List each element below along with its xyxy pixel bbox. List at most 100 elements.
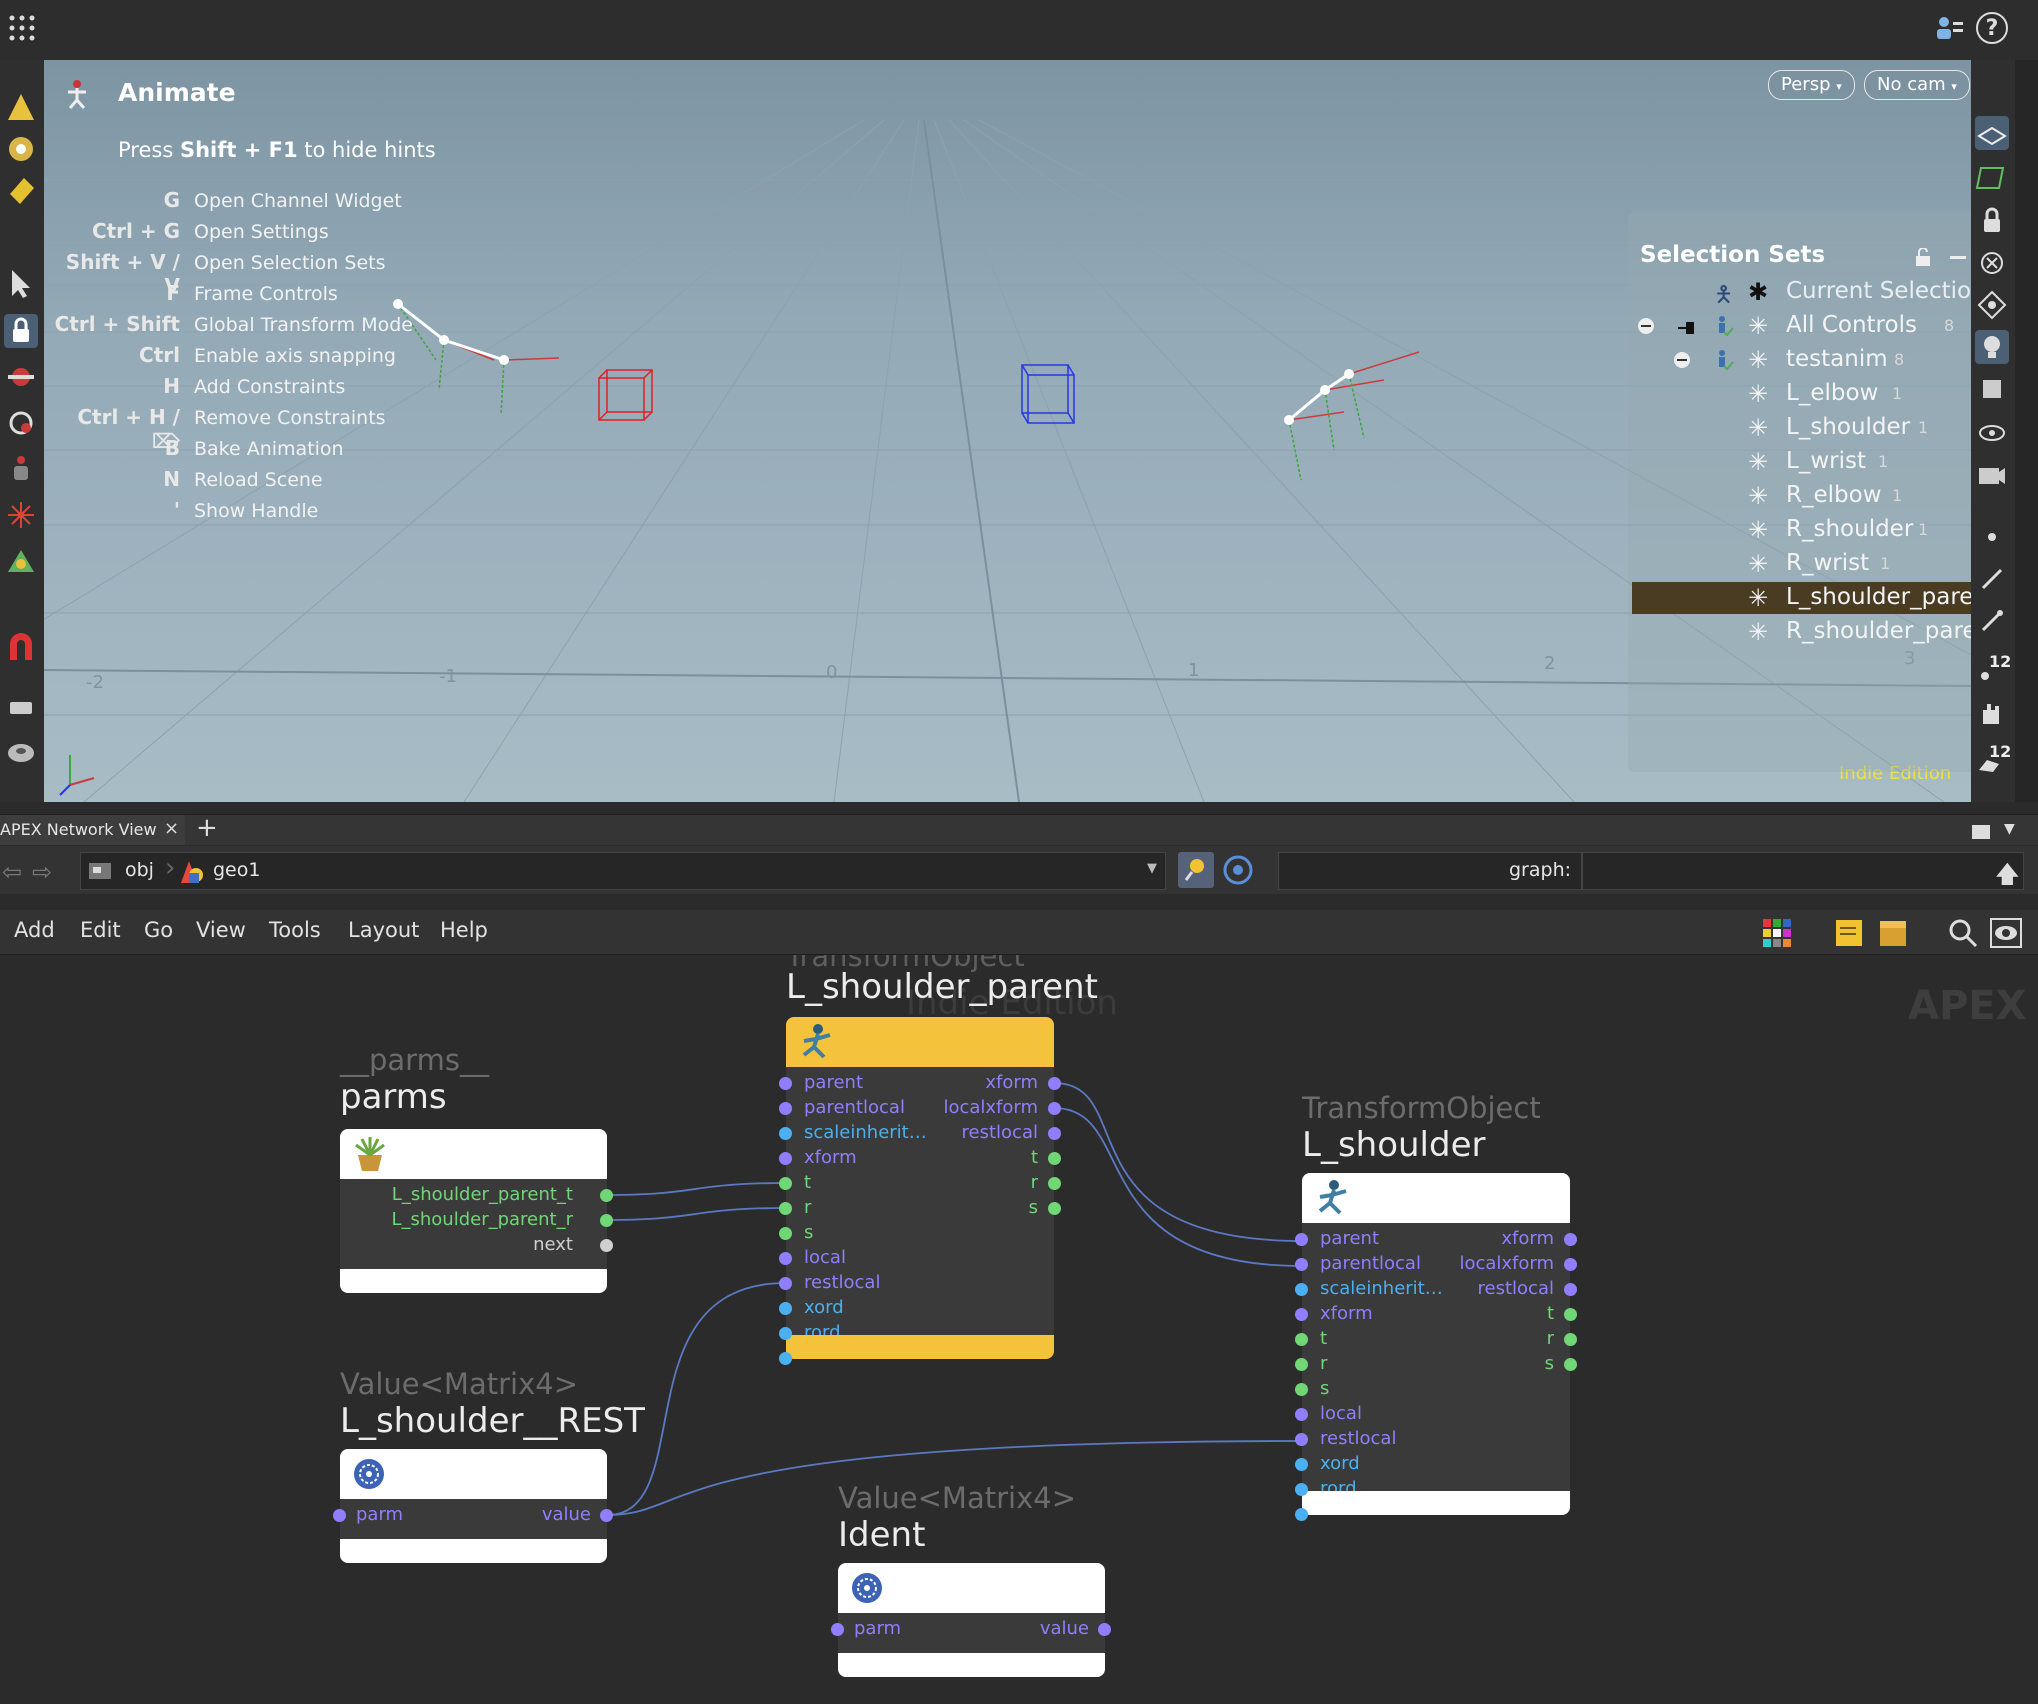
selection-set-row[interactable]: ✳ R_shoulder_parent	[1628, 616, 1971, 648]
input-port[interactable]	[779, 1252, 792, 1265]
brush-icon[interactable]	[1975, 604, 2009, 638]
scene-viewport[interactable]: -2 -1 0 1 2 3 Animate Press Shift + F1 t…	[44, 60, 1971, 802]
point-number-icon[interactable]: 12	[1975, 650, 2011, 684]
user-panel-icon[interactable]	[1934, 14, 1964, 44]
selection-set-row[interactable]: ✳ R_elbow 1	[1628, 480, 1971, 512]
input-port[interactable]	[779, 1127, 792, 1140]
input-port[interactable]	[333, 1509, 346, 1522]
output-port[interactable]	[1564, 1233, 1577, 1246]
output-port[interactable]	[600, 1239, 613, 1252]
selection-set-row[interactable]: ✳ L_elbow 1	[1628, 378, 1971, 410]
search-icon[interactable]	[1948, 918, 1978, 948]
menu-help[interactable]: Help	[440, 918, 488, 942]
lock-camera-icon[interactable]	[1975, 204, 2009, 238]
l-shoulder-rest-node[interactable]: parm value	[340, 1449, 607, 1563]
input-port[interactable]	[1295, 1308, 1308, 1321]
network-editor[interactable]: APEX Indie Edition __parms__ parms L_sho…	[0, 955, 2038, 1704]
pin-tool-icon[interactable]	[4, 690, 38, 724]
network-box-icon[interactable]	[1878, 918, 1908, 948]
output-port[interactable]	[600, 1189, 613, 1202]
output-port[interactable]	[1048, 1177, 1061, 1190]
back-arrow-icon[interactable]: ⇦	[2, 858, 22, 886]
output-port[interactable]	[1048, 1127, 1061, 1140]
input-port[interactable]	[1295, 1283, 1308, 1296]
output-port[interactable]	[1564, 1333, 1577, 1346]
input-port[interactable]	[779, 1327, 792, 1340]
selection-set-row[interactable]: 🯅 ✱ Current Selection 0	[1628, 276, 1971, 308]
input-port[interactable]	[1295, 1258, 1308, 1271]
cone-tool-icon[interactable]	[4, 90, 38, 124]
visibility-eye-icon[interactable]	[1990, 918, 2022, 948]
input-port[interactable]	[779, 1077, 792, 1090]
collapse-icon[interactable]	[1638, 318, 1654, 334]
input-port[interactable]	[779, 1352, 792, 1365]
diamond-pin-icon[interactable]	[1975, 288, 2009, 322]
output-port[interactable]	[1048, 1152, 1061, 1165]
construction-plane-icon[interactable]	[1975, 160, 2009, 194]
output-port[interactable]	[1564, 1358, 1577, 1371]
output-port[interactable]	[1564, 1283, 1577, 1296]
input-port[interactable]	[1295, 1483, 1308, 1496]
rig-tool-icon[interactable]	[4, 498, 38, 532]
menu-tools[interactable]: Tools	[269, 918, 321, 942]
selection-set-row[interactable]: ✳ L_wrist 1	[1628, 446, 1971, 478]
collapse-icon[interactable]	[1674, 352, 1690, 368]
selection-set-row[interactable]: ✳ All Controls 8	[1628, 310, 1971, 342]
close-tab-icon[interactable]: ×	[164, 818, 179, 839]
output-port[interactable]	[1048, 1102, 1061, 1115]
pin-toggle-button[interactable]	[1178, 852, 1214, 888]
target-icon[interactable]	[1222, 854, 1254, 886]
output-port[interactable]	[600, 1214, 613, 1227]
lightbulb-icon[interactable]	[1975, 330, 2009, 364]
magnet-icon[interactable]	[4, 630, 38, 664]
lock-tool-icon[interactable]	[4, 314, 38, 348]
output-port[interactable]	[1564, 1308, 1577, 1321]
input-port[interactable]	[779, 1202, 792, 1215]
input-port[interactable]	[779, 1152, 792, 1165]
camera-button[interactable]: No cam ▾	[1864, 70, 1970, 100]
menu-go[interactable]: Go	[144, 918, 173, 942]
grid-plane-icon[interactable]	[1975, 116, 2009, 150]
selection-set-row[interactable]: ✳ L_shoulder 1	[1628, 412, 1971, 444]
point-dot-icon[interactable]	[1975, 520, 2009, 554]
selection-set-row[interactable]: ✳ R_wrist 1	[1628, 548, 1971, 580]
ident-node[interactable]: parm value	[838, 1563, 1105, 1677]
add-tab-button[interactable]: +	[196, 813, 218, 843]
points-tool-icon[interactable]	[4, 132, 38, 166]
input-port[interactable]	[1295, 1383, 1308, 1396]
prim-number-icon[interactable]: 12	[1975, 740, 2011, 774]
parms-node[interactable]: L_shoulder_parent_t L_shoulder_parent_r …	[340, 1129, 607, 1293]
forward-arrow-icon[interactable]: ⇨	[32, 858, 52, 886]
l-shoulder-parent-node[interactable]: parent parentlocal scaleinherit… xform t…	[786, 1017, 1054, 1359]
camera-eye-icon[interactable]	[1975, 458, 2009, 492]
selection-set-row[interactable]: ✳ testanim 8	[1628, 344, 1971, 376]
input-port[interactable]	[1295, 1233, 1308, 1246]
l-shoulder-node[interactable]: parent parentlocal scaleinherit… xform t…	[1302, 1173, 1570, 1515]
menu-add[interactable]: Add	[14, 918, 55, 942]
persp-view-button[interactable]: Persp ▾	[1768, 70, 1855, 100]
input-port[interactable]	[779, 1227, 792, 1240]
graph-path-field[interactable]: graph: 🡅	[1278, 852, 2024, 890]
input-port[interactable]	[779, 1302, 792, 1315]
output-port[interactable]	[1048, 1077, 1061, 1090]
output-port[interactable]	[1564, 1258, 1577, 1271]
output-port[interactable]	[1048, 1202, 1061, 1215]
input-port[interactable]	[1295, 1508, 1308, 1521]
input-port[interactable]	[1295, 1358, 1308, 1371]
display-cube-icon[interactable]	[1975, 372, 2009, 406]
input-port[interactable]	[779, 1102, 792, 1115]
disk-tool-icon[interactable]	[4, 736, 38, 770]
path-root[interactable]: obj	[125, 859, 154, 881]
line-tool-icon[interactable]	[1975, 562, 2009, 596]
minimize-icon[interactable]	[1950, 256, 1966, 259]
pane-layout-icon[interactable]	[1972, 825, 1990, 839]
color-palette-icon[interactable]	[1762, 918, 1792, 948]
input-port[interactable]	[779, 1177, 792, 1190]
eye-icon[interactable]	[1975, 416, 2009, 450]
selection-set-row-selected[interactable]: ✳ L_shoulder_parent	[1632, 582, 1971, 614]
menu-view[interactable]: View	[196, 918, 246, 942]
app-menu-grid-icon[interactable]	[8, 14, 36, 42]
pin-icon[interactable]	[1678, 316, 1698, 334]
path-dropdown-icon[interactable]: ▼	[1147, 861, 1157, 876]
selection-set-row[interactable]: ✳ R_shoulder 1	[1628, 514, 1971, 546]
